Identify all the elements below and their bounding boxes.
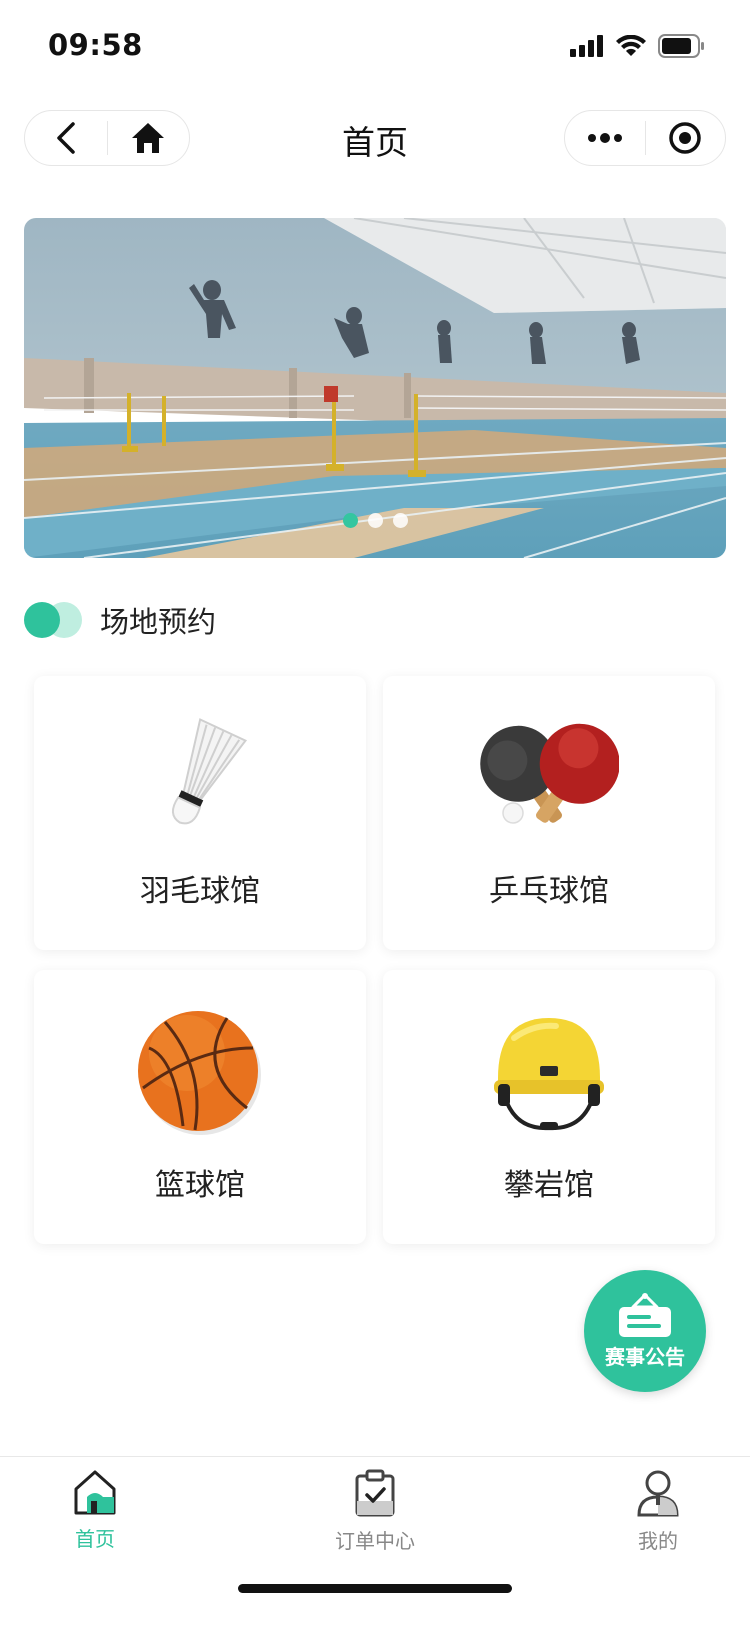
section-header: 场地预约 (24, 598, 216, 642)
tab-label: 首页 (75, 1527, 115, 1551)
tab-label: 我的 (638, 1529, 678, 1553)
badminton-hall-photo (24, 218, 726, 558)
venue-card-pingpong[interactable]: 乒乓球馆 (383, 676, 715, 950)
carousel-indicators (24, 513, 726, 528)
venue-card-climbing[interactable]: 攀岩馆 (383, 970, 715, 1244)
close-miniprogram-button[interactable] (646, 111, 726, 165)
section-title: 场地预约 (100, 605, 217, 639)
carousel-dot[interactable] (367, 513, 383, 528)
signal-icon (570, 35, 603, 57)
battery-icon (658, 34, 704, 58)
status-icons (570, 34, 706, 58)
venue-card-badminton[interactable]: 羽毛球馆 (34, 676, 366, 950)
tab-label: 订单中心 (335, 1529, 415, 1553)
close-miniprogram-icon (669, 122, 701, 154)
more-button[interactable] (565, 111, 645, 165)
venue-label: 乒乓球馆 (489, 874, 609, 909)
nav-bar: 首页 (0, 96, 750, 182)
clipboard-icon (355, 1469, 395, 1517)
event-notice-button[interactable]: 赛事公告 (584, 1270, 706, 1392)
home-indicator (238, 1584, 512, 1593)
climbing-helmet-icon (494, 1018, 604, 1131)
banner-carousel[interactable] (24, 218, 726, 558)
carousel-dot[interactable] (392, 513, 408, 528)
nav-capsule-right (564, 110, 726, 166)
carousel-dot[interactable] (342, 513, 358, 528)
venue-card-basketball[interactable]: 篮球馆 (34, 970, 366, 1244)
tab-home[interactable]: 首页 (15, 1469, 175, 1552)
wifi-icon (616, 35, 646, 56)
status-time: 09:58 (48, 28, 143, 62)
venue-label: 羽毛球馆 (140, 874, 260, 909)
user-icon (637, 1470, 679, 1517)
venue-label: 篮球馆 (155, 1168, 245, 1203)
notice-board-icon (619, 1292, 671, 1337)
tab-me[interactable]: 我的 (578, 1469, 738, 1554)
section-marker-icon (24, 602, 82, 638)
home-tab-icon (74, 1470, 116, 1515)
tab-bar: 首页 订单中心 我的 (0, 1456, 750, 1625)
shuttlecock-icon (171, 718, 248, 825)
tab-orders[interactable]: 订单中心 (295, 1469, 455, 1554)
event-notice-label: 赛事公告 (605, 1344, 685, 1369)
basketball-icon (138, 1011, 261, 1135)
status-bar: 09:58 (0, 0, 750, 96)
ping-pong-icon (480, 723, 619, 824)
more-icon (587, 133, 622, 143)
venue-label: 攀岩馆 (504, 1168, 594, 1203)
